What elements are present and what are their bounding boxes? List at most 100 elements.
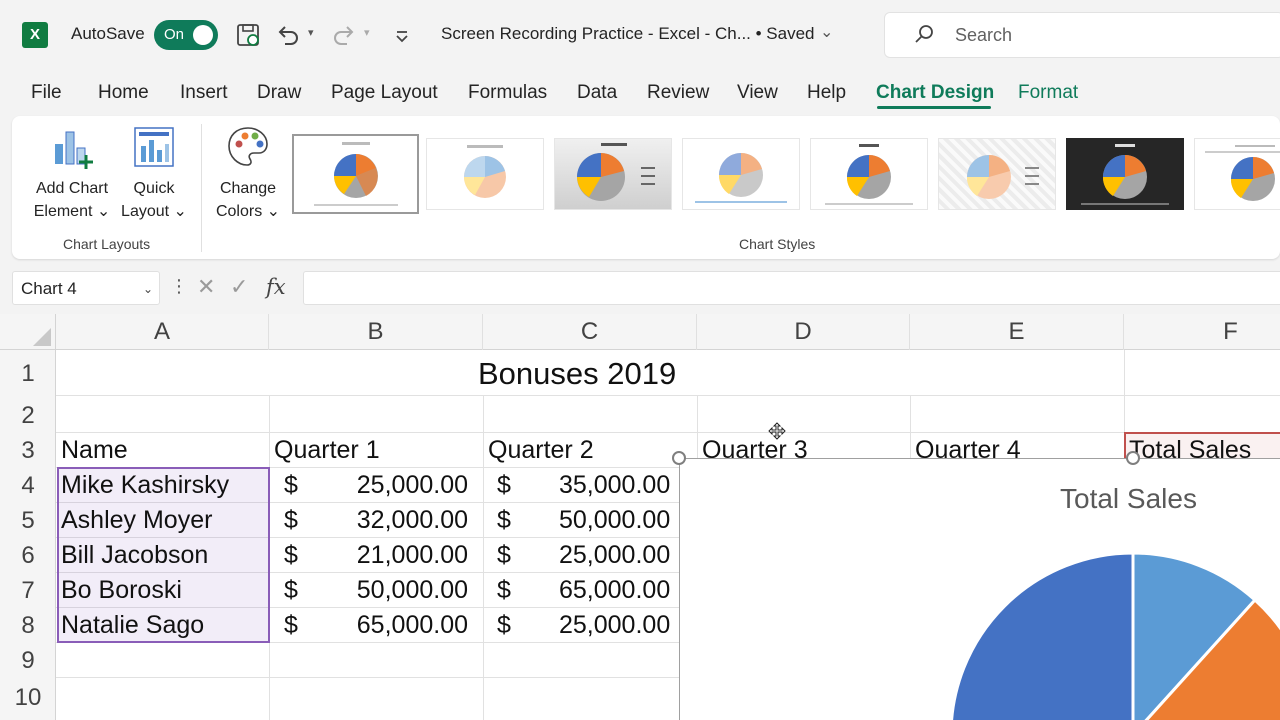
tab-data[interactable]: Data [577, 82, 617, 104]
palette-icon [228, 127, 268, 166]
pie-thumbnail-icon [695, 153, 787, 203]
column-header-c[interactable]: C [483, 314, 697, 350]
insert-function-icon[interactable]: fx [266, 275, 286, 299]
formula-input[interactable] [303, 271, 1280, 305]
tab-draw[interactable]: Draw [257, 82, 301, 104]
row-header-10[interactable]: 10 [0, 684, 56, 712]
pie-chart[interactable]: Total Sales [679, 458, 1280, 720]
add-chart-element-icon [55, 131, 93, 169]
row-header-3[interactable]: 3 [0, 437, 56, 465]
undo-icon[interactable] [274, 20, 302, 50]
customize-toolbar-icon[interactable] [388, 20, 416, 50]
cell-q1[interactable]: 25,000.00 [300, 471, 468, 500]
cell-name[interactable]: Bo Boroski [61, 576, 182, 605]
select-all-icon [33, 328, 51, 346]
select-all-corner[interactable] [0, 314, 56, 350]
autosave-toggle[interactable]: On [154, 20, 218, 50]
header-quarter-1[interactable]: Quarter 1 [274, 436, 380, 465]
cell-q1[interactable]: 32,000.00 [300, 506, 468, 535]
undo-dropdown-icon[interactable]: ▾ [308, 26, 314, 39]
cell-name[interactable]: Natalie Sago [61, 611, 204, 640]
cell-name[interactable]: Ashley Moyer [61, 506, 212, 535]
row-header-4[interactable]: 4 [0, 472, 56, 500]
chart-style-8[interactable] [1194, 138, 1280, 210]
cell-name[interactable]: Mike Kashirsky [61, 471, 229, 500]
currency-symbol: $ [284, 541, 298, 569]
tab-chart-design[interactable]: Chart Design [876, 82, 994, 104]
toggle-knob [193, 25, 213, 45]
redo-dropdown-icon[interactable]: ▾ [364, 26, 370, 39]
row-header-8[interactable]: 8 [0, 612, 56, 640]
group-label-chart-layouts: Chart Layouts [63, 236, 151, 252]
sheet-title[interactable]: Bonuses 2019 [478, 356, 676, 392]
currency-symbol: $ [497, 471, 511, 499]
tab-format[interactable]: Format [1018, 82, 1078, 104]
search-placeholder: Search [955, 25, 1013, 45]
quick-layout-button[interactable]: Quick Layout ⌄ [116, 124, 192, 223]
column-header-b[interactable]: B [269, 314, 483, 350]
add-chart-element-button[interactable]: Add Chart Element ⌄ [30, 124, 114, 223]
save-icon[interactable] [234, 20, 262, 50]
more-options-icon[interactable]: ⋮ [170, 276, 188, 297]
quick-layout-label1: Quick [133, 180, 175, 197]
cell-q2[interactable]: 25,000.00 [520, 611, 696, 640]
redo-icon[interactable] [330, 20, 358, 50]
chevron-down-icon[interactable]: ⌄ [143, 282, 153, 296]
change-colors-button[interactable]: Change Colors ⌄ [210, 124, 286, 223]
document-title[interactable]: Screen Recording Practice - Excel - Ch..… [441, 24, 815, 44]
chart-style-6[interactable] [938, 138, 1056, 210]
column-header-e[interactable]: E [910, 314, 1124, 350]
tab-file[interactable]: File [31, 82, 62, 104]
chart-style-1[interactable] [292, 134, 419, 214]
chart-style-7[interactable] [1066, 138, 1184, 210]
row-header-7[interactable]: 7 [0, 577, 56, 605]
cancel-icon[interactable]: ✕ [197, 274, 215, 300]
currency-symbol: $ [497, 576, 511, 604]
chart-style-2[interactable] [426, 138, 544, 210]
header-name[interactable]: Name [61, 436, 128, 465]
tab-page-layout[interactable]: Page Layout [331, 82, 438, 104]
quick-layout-icon [134, 127, 174, 167]
chart-style-4[interactable] [682, 138, 800, 210]
header-quarter-2[interactable]: Quarter 2 [488, 436, 594, 465]
chart-style-5[interactable] [810, 138, 928, 210]
tab-help[interactable]: Help [807, 82, 846, 104]
tab-review[interactable]: Review [647, 82, 709, 104]
tab-insert[interactable]: Insert [180, 82, 228, 104]
chart-resize-handle-top-left[interactable] [672, 451, 686, 465]
column-header-a[interactable]: A [56, 314, 269, 350]
title-chevron-icon[interactable]: ⌄ [820, 22, 833, 42]
name-box[interactable]: Chart 4 ⌄ [12, 271, 160, 305]
tab-formulas[interactable]: Formulas [468, 82, 547, 104]
excel-logo-icon: X [22, 22, 48, 48]
row-header-5[interactable]: 5 [0, 507, 56, 535]
add-chart-element-label1: Add Chart [35, 180, 109, 197]
currency-symbol: $ [284, 506, 298, 534]
pie-thumbnail-icon [825, 144, 913, 205]
chart-style-3[interactable] [554, 138, 672, 210]
cell-q2[interactable]: 65,000.00 [520, 576, 696, 605]
pie-plot-area[interactable] [680, 459, 1280, 720]
cell-q2[interactable]: 50,000.00 [520, 506, 696, 535]
chart-resize-handle-top-middle[interactable] [1126, 451, 1140, 465]
column-header-d[interactable]: D [697, 314, 910, 350]
row-header-9[interactable]: 9 [0, 647, 56, 675]
row-header-2[interactable]: 2 [0, 402, 56, 430]
cell-name[interactable]: Bill Jacobson [61, 541, 208, 570]
tab-view[interactable]: View [737, 82, 778, 104]
cell-q2[interactable]: 35,000.00 [520, 471, 696, 500]
enter-icon[interactable]: ✓ [230, 274, 248, 300]
row-header-1[interactable]: 1 [0, 360, 56, 388]
pie-slice-1[interactable] [950, 551, 1135, 720]
cell-q1[interactable]: 50,000.00 [300, 576, 468, 605]
cell-q2[interactable]: 25,000.00 [520, 541, 696, 570]
cell-q1[interactable]: 65,000.00 [300, 611, 468, 640]
search-input[interactable]: Search [884, 12, 1280, 58]
pie-thumbnail-icon [464, 145, 506, 198]
ribbon-separator [201, 124, 202, 252]
row-header-6[interactable]: 6 [0, 542, 56, 570]
autosave-toggle-label: On [164, 26, 185, 43]
cell-q1[interactable]: 21,000.00 [300, 541, 468, 570]
tab-home[interactable]: Home [98, 82, 149, 104]
column-header-f[interactable]: F [1124, 314, 1280, 350]
